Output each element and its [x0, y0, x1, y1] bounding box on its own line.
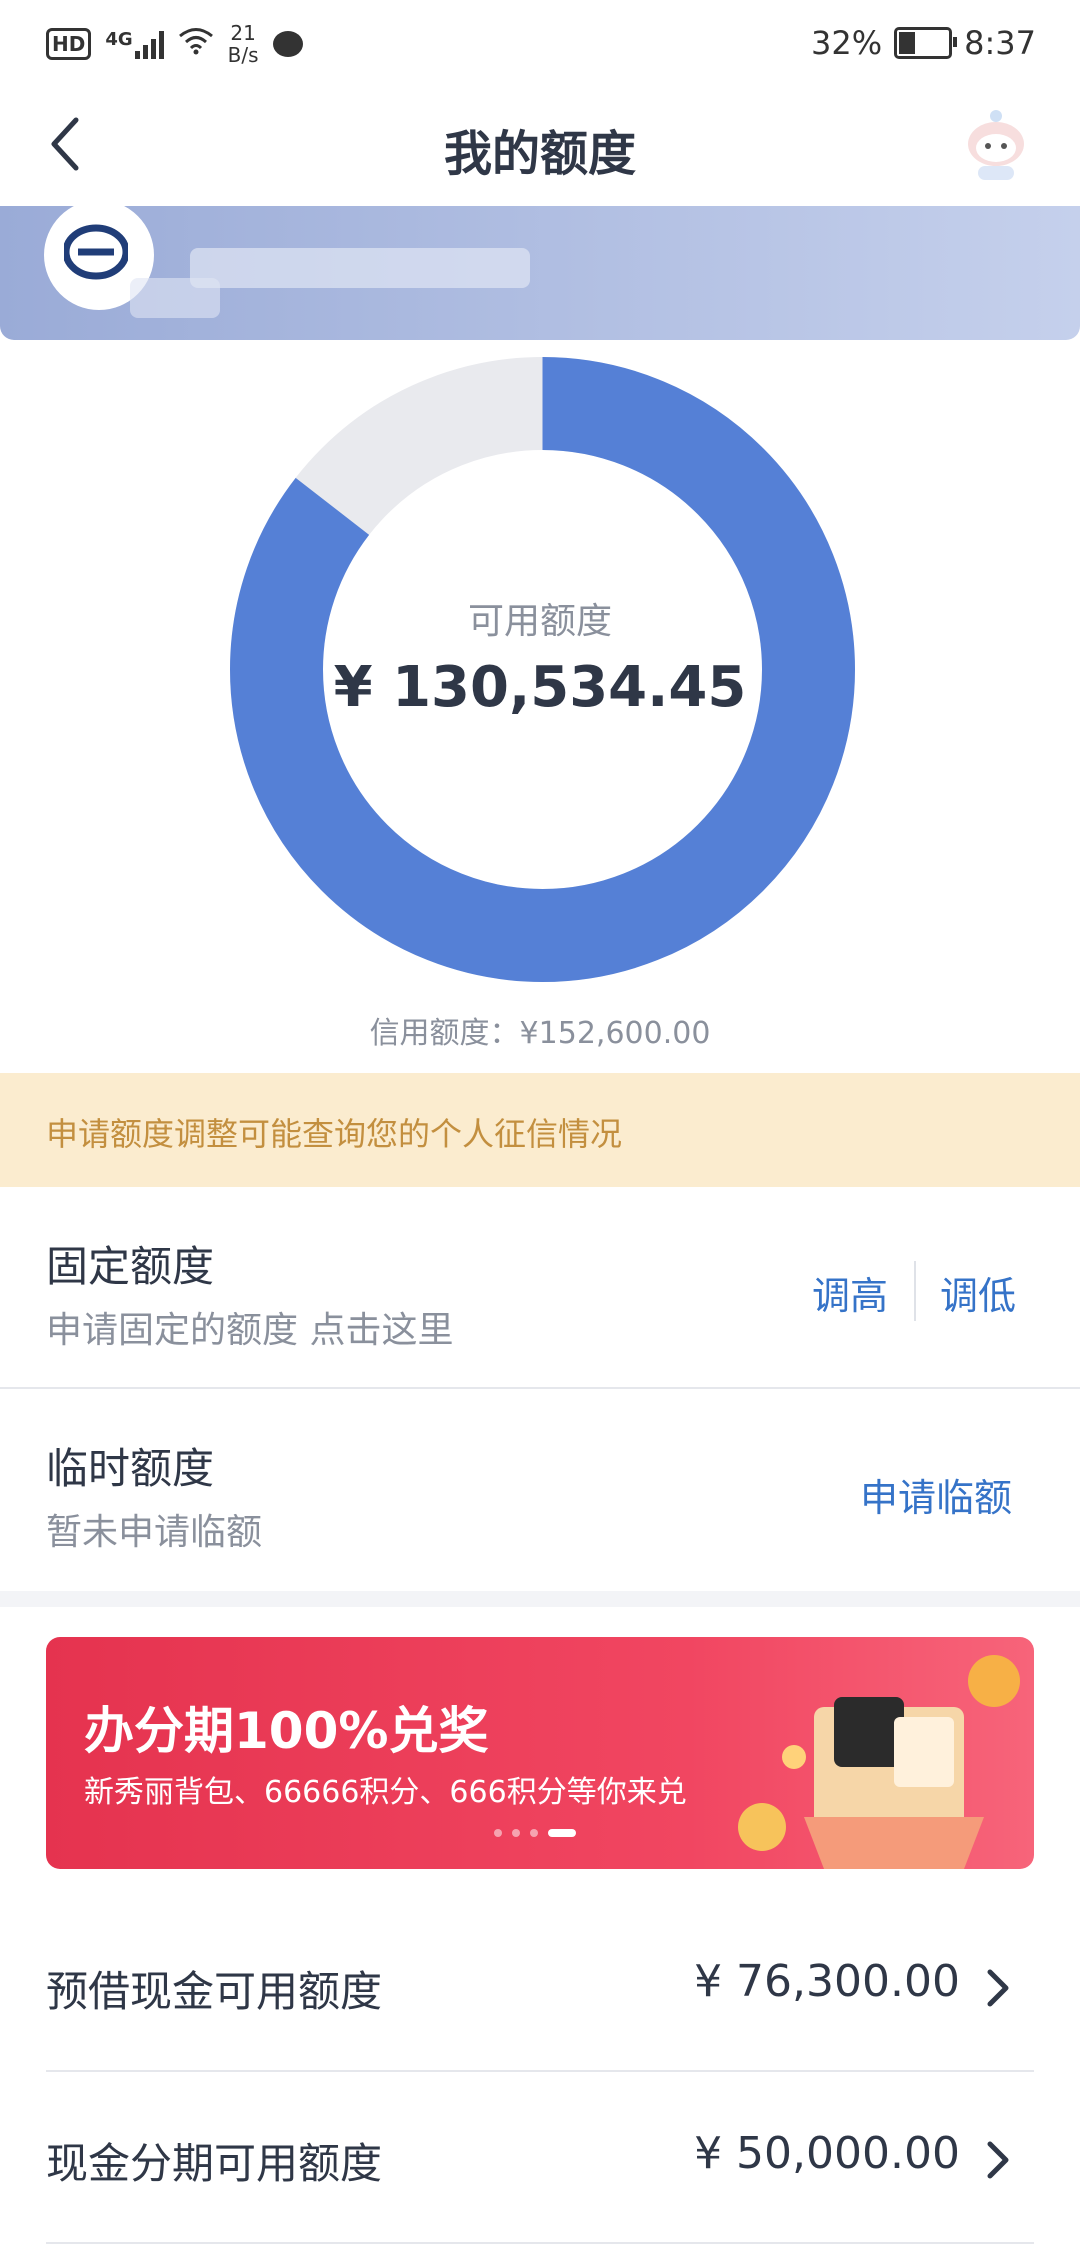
net-speed-value: 21: [230, 21, 256, 45]
link-divider: [914, 1261, 916, 1321]
temp-quota-subtitle: 暂未申请临额: [46, 1512, 263, 1553]
gift-box-illustration-icon: [738, 1655, 1020, 1869]
hd-badge: HD: [46, 28, 92, 60]
account-number-redacted: [130, 278, 220, 318]
temp-quota-title: 临时额度: [46, 1444, 215, 1493]
promo-subtitle: 新秀丽背包、66666积分、666积分等你来兑: [84, 1775, 687, 1810]
robot-assistant-icon: [968, 110, 1024, 180]
assistant-robot-button[interactable]: [956, 106, 1036, 186]
promo-banner[interactable]: 办分期100%兑奖 新秀丽背包、66666积分、666积分等你来兑: [46, 1637, 1034, 1869]
fixed-quota-row: 固定额度 申请固定的额度 点击这里 调高 调低: [0, 1187, 1080, 1389]
nav-header: 我的额度: [0, 84, 1080, 204]
account-card: [0, 200, 1080, 340]
chevron-right-icon: [987, 1969, 1009, 2007]
carousel-dot: [530, 1829, 538, 1837]
clock: 8:37: [964, 24, 1036, 62]
cellular-signal-icon: 4G: [105, 29, 164, 59]
cash-installment-value: ¥ 50,000.00: [694, 2128, 960, 2179]
message-notification-icon: [272, 31, 303, 57]
battery-percent: 32%: [811, 24, 883, 62]
increase-quota-button[interactable]: 调高: [812, 1265, 888, 1320]
apply-temp-quota-button[interactable]: 申请临额: [860, 1467, 1012, 1522]
list-item-cash-installment[interactable]: 现金分期可用额度 ¥ 50,000.00: [46, 2072, 1034, 2244]
bank-logo-icon: [64, 224, 128, 280]
page-title: 我的额度: [443, 126, 636, 182]
notice-banner: 申请额度调整可能查询您的个人征信情况: [0, 1073, 1080, 1187]
list-item-cash-advance[interactable]: 预借现金可用额度 ¥ 76,300.00: [46, 1900, 1034, 2072]
notice-text: 申请额度调整可能查询您的个人征信情况: [46, 1115, 623, 1153]
fixed-quota-subtitle[interactable]: 申请固定的额度 点击这里: [46, 1301, 453, 1353]
cash-advance-value: ¥ 76,300.00: [694, 1956, 960, 2007]
cash-installment-label: 现金分期可用额度: [46, 2139, 383, 2188]
net-speed-unit: B/s: [227, 43, 259, 67]
status-bar: HD 4G 21 B/s 32% 8:37: [0, 0, 1080, 84]
section-gap: [0, 1591, 1080, 1607]
carousel-dot: [548, 1829, 576, 1837]
promo-title: 办分期100%兑奖: [84, 1702, 489, 1760]
cash-advance-label: 预借现金可用额度: [46, 1967, 383, 2016]
carousel-dot: [494, 1829, 502, 1837]
temp-quota-row: 临时额度 暂未申请临额 申请临额: [0, 1389, 1080, 1591]
carousel-indicator: [494, 1829, 576, 1837]
net-speed: 21 B/s: [228, 22, 259, 66]
credit-limit-text: 信用额度：¥152,600.00: [369, 1016, 711, 1051]
available-quota-label: 可用额度: [467, 601, 612, 642]
account-name-redacted: [190, 248, 530, 288]
chevron-right-icon: [987, 2141, 1009, 2179]
wifi-icon: [178, 27, 214, 62]
fixed-quota-title: 固定额度: [46, 1242, 215, 1291]
network-type: 4G: [105, 29, 133, 50]
available-quota-value: ¥ 130,534.45: [333, 655, 747, 720]
carousel-dot: [512, 1829, 520, 1837]
battery-icon: [894, 27, 958, 59]
decrease-quota-button[interactable]: 调低: [940, 1265, 1016, 1320]
